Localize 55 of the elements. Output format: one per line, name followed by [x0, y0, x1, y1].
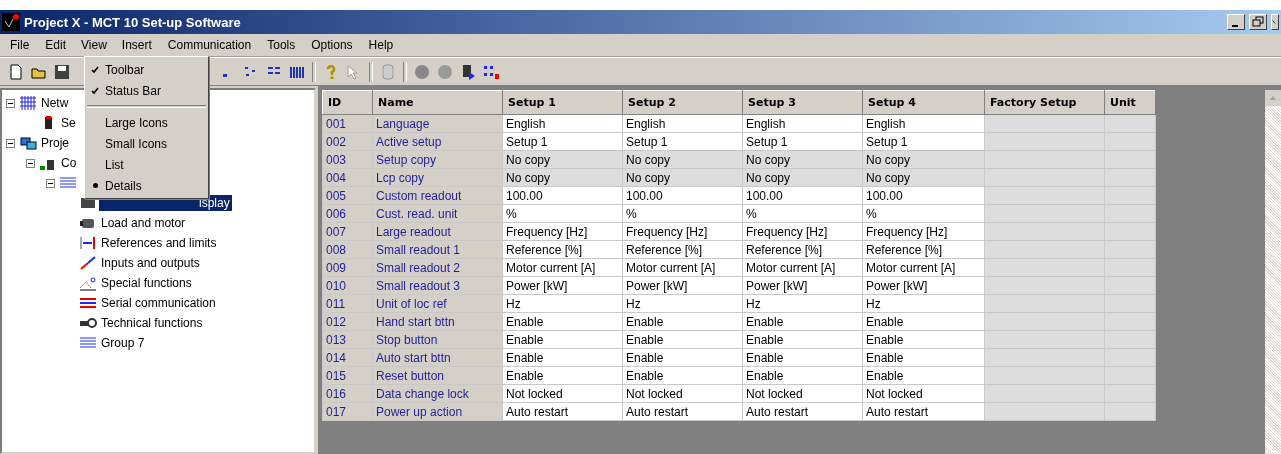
scrollbar[interactable] [1265, 90, 1281, 454]
menu-option[interactable]: Large Icons [85, 112, 208, 133]
menu-item[interactable]: File [2, 35, 38, 55]
bullet-icon [92, 183, 98, 188]
menu-item[interactable]: View [74, 36, 114, 54]
menu-item[interactable]: Communication [159, 35, 260, 55]
column-header[interactable]: ID [322, 90, 373, 115]
menu-item[interactable]: Edit [37, 35, 75, 55]
group-icon [79, 275, 97, 291]
close-icon[interactable] [1271, 14, 1279, 30]
column-header[interactable]: Name [372, 90, 503, 115]
column-header[interactable]: Setup 4 [862, 90, 985, 115]
menu-item[interactable]: Options [303, 35, 361, 55]
node-icon [19, 95, 37, 111]
column-header[interactable]: Factory Setup [984, 90, 1105, 115]
tree-item[interactable]: Technical functions [99, 315, 205, 331]
tree-item[interactable]: Inputs and outputs [99, 255, 202, 271]
menu-item[interactable]: Tools [259, 35, 304, 55]
menu-item[interactable]: Insert [113, 35, 160, 55]
node-icon [19, 135, 37, 151]
tree-item[interactable]: References and limits [99, 235, 219, 251]
column-header[interactable]: Setup 2 [622, 90, 743, 115]
window-title: Project X - MCT 10 Set-up Software [24, 14, 242, 30]
restore-icon[interactable] [1249, 14, 1267, 30]
tree-item[interactable]: Proje [39, 135, 71, 151]
tree-item[interactable]: Load and motor [99, 215, 188, 231]
tree-item[interactable]: Serial communication [99, 295, 218, 311]
menu-option[interactable]: List [85, 154, 208, 175]
menu-item[interactable]: Help [360, 35, 402, 55]
menu-option[interactable]: Status Bar [85, 80, 208, 101]
collapse-icon[interactable] [46, 178, 55, 188]
collapse-icon[interactable] [26, 158, 35, 168]
group-icon [79, 295, 97, 311]
checkmark-icon [91, 86, 99, 95]
menu-option[interactable]: Toolbar [85, 59, 208, 80]
menu-option[interactable]: Small Icons [85, 133, 208, 154]
collapse-icon[interactable] [6, 138, 15, 148]
group-icon [79, 315, 97, 331]
column-header[interactable]: Setup 3 [742, 90, 863, 115]
group-icon [79, 335, 97, 351]
column-header[interactable]: Unit [1104, 90, 1156, 115]
tree-item[interactable]: Group 7 [99, 335, 147, 351]
collapse-icon[interactable] [6, 98, 15, 108]
checkmark-icon [91, 65, 99, 74]
tree-item[interactable]: Se [59, 115, 78, 131]
tree-item[interactable]: Special functions [99, 275, 194, 291]
minimize-icon[interactable] [1227, 14, 1245, 30]
group-icon [79, 255, 97, 271]
node-icon [59, 175, 77, 191]
app-icon [2, 13, 20, 31]
column-header[interactable]: Setup 1 [502, 90, 623, 115]
menu-option[interactable]: Details [85, 175, 208, 196]
tree-item[interactable]: Netw [39, 95, 71, 111]
tree-item[interactable]: Co [59, 155, 79, 171]
group-icon [79, 235, 97, 251]
